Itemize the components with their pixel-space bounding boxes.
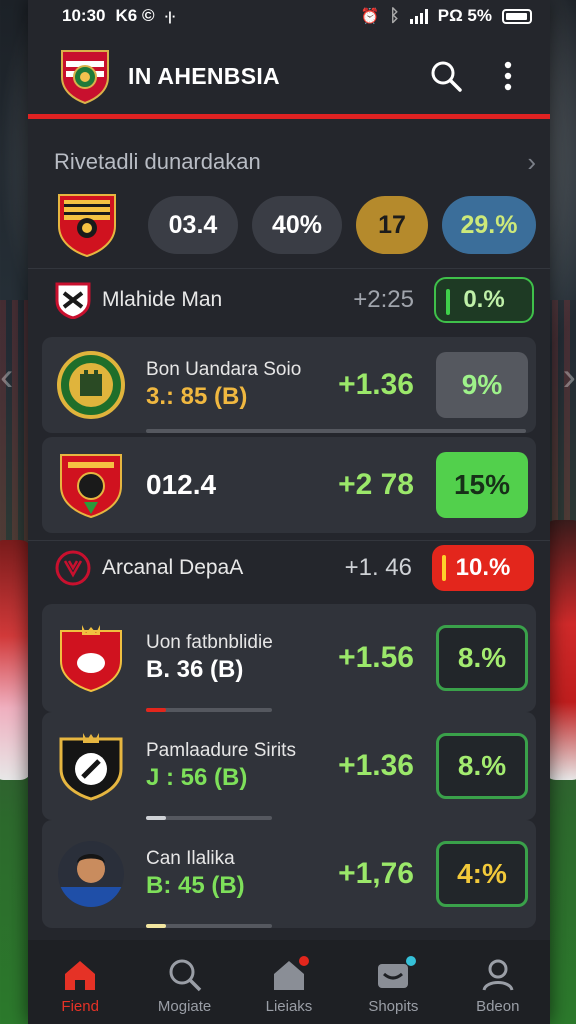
tab-search[interactable]: Mogiate — [140, 956, 230, 1015]
league-odds: +2:25 — [353, 286, 414, 313]
match-odds: +2 78 — [338, 468, 414, 501]
team-crest — [60, 625, 122, 693]
team-name: Can Ilalika — [146, 848, 235, 869]
match-odds: +1.56 — [338, 641, 414, 674]
match-odds: +1,76 — [338, 857, 414, 890]
featured-match[interactable]: Rivetadli dunardakan › 03.4 40% 17 29.% — [42, 140, 536, 258]
tab-label: Lieiaks — [265, 997, 313, 1015]
next-arrow-icon[interactable]: › — [563, 355, 576, 400]
match-card[interactable]: Bon Uandara Soio 3.: 85 (B) +1.36 9% — [42, 337, 536, 433]
team-crest — [57, 351, 125, 419]
section-divider — [28, 268, 550, 269]
card-underline — [146, 429, 526, 433]
match-percent-button[interactable]: 9% — [436, 352, 528, 418]
match-odds: +1.36 — [338, 368, 414, 401]
featured-title: Rivetadli dunardakan — [54, 149, 261, 174]
prev-arrow-icon[interactable]: ‹ — [0, 355, 13, 400]
tab-leagues[interactable]: Lieiaks — [244, 955, 334, 1015]
tab-label: Fiend — [61, 997, 99, 1015]
stat-pill[interactable]: 17 — [356, 196, 428, 254]
team-name: Uon fatbnblidie — [146, 632, 273, 653]
team-score: B: 45 (B) — [146, 872, 245, 899]
tab-home[interactable]: Fiend — [35, 956, 125, 1015]
player-avatar — [58, 841, 124, 907]
app-header: IN AHENBSIA — [28, 38, 550, 114]
tab-profile[interactable]: Bdeon — [453, 956, 543, 1015]
match-odds: +1.36 — [338, 749, 414, 782]
team-name: Bon Uandara Soio — [146, 359, 302, 380]
team-score: 3.: 85 (B) — [146, 383, 248, 410]
club-logo — [61, 50, 109, 105]
league-odds: +1. 46 — [344, 554, 412, 581]
tab-label: Mogiate — [157, 997, 212, 1015]
progress-underline — [146, 924, 272, 928]
status-time: 10:30 — [62, 6, 106, 25]
league-crest-icon — [55, 550, 91, 586]
match-card[interactable]: 012.4 +2 78 15% — [42, 437, 536, 533]
league-row[interactable]: Mlahide Man +2:25 0.% — [28, 270, 550, 330]
league-name: Mlahide Man — [102, 288, 223, 311]
status-glyphs: K6 © — [115, 6, 155, 25]
signal-icon — [409, 8, 428, 24]
notification-dot — [406, 955, 417, 966]
search-icon[interactable] — [426, 56, 466, 96]
stat-pill[interactable]: 29.% — [442, 196, 536, 254]
battery-text: PΩ 5% — [437, 6, 492, 25]
header-divider — [28, 114, 550, 119]
league-row[interactable]: Arcanal DepaA +1. 46 10.% — [28, 538, 550, 598]
stat-pill[interactable]: 03.4 — [148, 196, 238, 254]
team-score: J : 56 (B) — [146, 764, 248, 791]
tab-label: Shopits — [368, 997, 419, 1015]
match-percent-button[interactable]: 8.% — [436, 733, 528, 799]
alarm-icon: ⏰ — [360, 8, 380, 25]
bottom-tab-bar: Fiend Mogiate Lieiaks Shopits Bdeon — [28, 940, 550, 1024]
match-percent-button[interactable]: 15% — [436, 452, 528, 518]
match-percent-button[interactable]: 8.% — [436, 625, 528, 691]
match-percent-button[interactable]: 4:% — [436, 841, 528, 907]
match-card[interactable]: Uon fatbnblidie B. 36 (B) +1.56 8.% — [42, 604, 536, 712]
search-icon — [169, 959, 201, 991]
notification-dot — [298, 955, 309, 966]
tab-shop[interactable]: Shopits — [348, 955, 438, 1015]
home-icon — [65, 960, 96, 990]
league-name: Arcanal DepaA — [102, 556, 244, 579]
app-panel: IN AHENBSIA Rivetadli dunardakan › 03.4 … — [28, 0, 550, 1024]
team-crest — [60, 454, 122, 519]
more-options-icon[interactable] — [488, 56, 528, 96]
profile-icon — [482, 959, 514, 991]
bluetooth-icon: ᛒ — [389, 6, 400, 25]
app-title: IN AHENBSIA — [128, 62, 280, 89]
stat-pill[interactable]: 40% — [252, 196, 342, 254]
team-name: Pamlaadure Sirits — [146, 740, 296, 761]
team-score: B. 36 (B) — [146, 656, 244, 683]
match-card[interactable]: Can Ilalika B: 45 (B) +1,76 4:% — [42, 820, 536, 928]
chevron-right-icon[interactable]: › — [527, 147, 536, 178]
status-bar: 10:30 K6 © ∙|∙ ⏰ ᛒ PΩ 5% — [0, 0, 576, 32]
featured-crest — [58, 194, 116, 258]
league-crest-icon — [55, 282, 91, 319]
team-score: 012.4 — [146, 469, 217, 500]
league-badge[interactable]: 10.% — [432, 545, 534, 591]
status-extra: ∙|∙ — [164, 8, 176, 24]
team-crest — [59, 733, 123, 801]
league-badge[interactable]: 0.% — [434, 277, 534, 323]
match-card[interactable]: Pamlaadure Sirits J : 56 (B) +1.36 8.% — [42, 712, 536, 820]
battery-icon — [502, 8, 532, 24]
tab-label: Bdeon — [476, 997, 520, 1015]
